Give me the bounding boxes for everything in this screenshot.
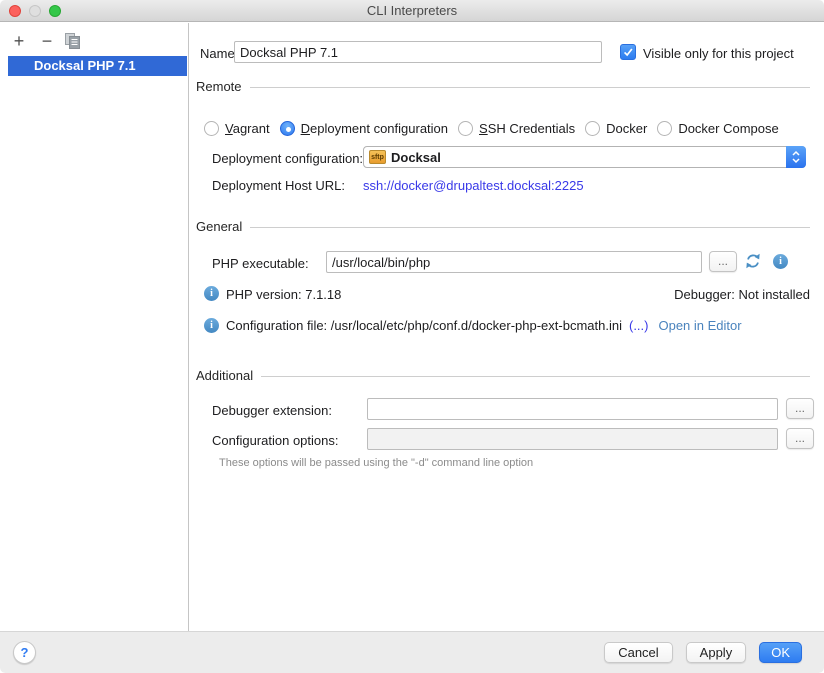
deployment-host-url-label: Deployment Host URL: (212, 178, 345, 193)
chevron-up-down-icon (791, 149, 801, 165)
section-additional: Additional (196, 368, 810, 383)
deployment-configuration-value: Docksal (391, 150, 441, 165)
debugger-status-text: Debugger: Not installed (674, 287, 810, 302)
remote-type-radios: Vagrant Deployment configuration SSH Cre… (204, 119, 824, 137)
deployment-configuration-label: Deployment configuration: (212, 151, 363, 166)
radio-deployment-configuration[interactable]: Deployment configuration (280, 121, 448, 136)
ok-button[interactable]: OK (759, 642, 802, 663)
options-hint-text: These options will be passed using the "… (219, 457, 533, 469)
radio-icon (458, 121, 473, 136)
configuration-options-label: Configuration options: (212, 433, 338, 448)
radio-docker-compose[interactable]: Docker Compose (657, 121, 778, 136)
list-item-interpreter[interactable]: Docksal PHP 7.1 (8, 56, 187, 76)
section-divider (250, 87, 810, 88)
help-button[interactable]: ? (13, 641, 36, 664)
info-icon: i (204, 318, 219, 333)
section-general: General (196, 219, 810, 234)
visible-project-checkbox[interactable] (620, 44, 636, 60)
radio-icon (585, 121, 600, 136)
zoom-button[interactable] (49, 5, 61, 17)
radio-docker[interactable]: Docker (585, 121, 647, 136)
section-remote: Remote (196, 79, 810, 94)
deployment-host-url-value: ssh://docker@drupaltest.docksal:2225 (363, 178, 584, 193)
combobox-stepper[interactable] (786, 146, 806, 168)
configuration-file-row: i Configuration file: /usr/local/etc/php… (204, 318, 824, 333)
configuration-options-input[interactable] (367, 428, 778, 450)
apply-button[interactable]: Apply (686, 642, 747, 663)
name-input[interactable] (234, 41, 602, 63)
reload-icon[interactable] (744, 252, 762, 273)
radio-icon (280, 121, 295, 136)
minimize-button (29, 5, 41, 17)
debugger-extension-label: Debugger extension: (212, 403, 332, 418)
configuration-options-browse-button[interactable]: ... (786, 428, 814, 449)
cancel-button[interactable]: Cancel (604, 642, 672, 663)
radio-ssh-credentials[interactable]: SSH Credentials (458, 121, 575, 136)
section-divider (261, 376, 810, 377)
radio-vagrant[interactable]: Vagrant (204, 121, 270, 136)
radio-icon (204, 121, 219, 136)
show-full-path-link[interactable]: (...) (629, 318, 649, 333)
window-title: CLI Interpreters (0, 0, 824, 22)
debugger-extension-input[interactable] (367, 398, 778, 420)
title-bar: CLI Interpreters (0, 0, 824, 22)
section-general-label: General (196, 219, 242, 234)
traffic-lights (9, 5, 61, 17)
info-icon: i (204, 286, 219, 301)
dialog-footer: ? Cancel Apply OK (0, 631, 824, 673)
remove-interpreter-button[interactable]: − (36, 30, 58, 52)
php-executable-input[interactable] (326, 251, 702, 273)
radio-icon (657, 121, 672, 136)
add-interpreter-button[interactable]: + (8, 30, 30, 52)
php-version-text: PHP version: 7.1.18 (226, 287, 341, 302)
info-icon[interactable]: i (773, 254, 788, 269)
close-button[interactable] (9, 5, 21, 17)
deployment-configuration-select[interactable]: sftp Docksal (363, 146, 806, 168)
section-remote-label: Remote (196, 79, 242, 94)
php-executable-browse-button[interactable]: ... (709, 251, 737, 272)
php-executable-label: PHP executable: (212, 256, 309, 271)
sftp-icon: sftp (369, 150, 386, 164)
debugger-extension-browse-button[interactable]: ... (786, 398, 814, 419)
visible-project-label: Visible only for this project (643, 46, 794, 61)
cli-interpreters-dialog: CLI Interpreters + − Docksal PHP 7.1 Nam… (0, 0, 824, 673)
section-divider (250, 227, 810, 228)
copy-interpreter-icon[interactable] (64, 33, 82, 49)
check-icon (622, 46, 634, 58)
section-additional-label: Additional (196, 368, 253, 383)
configuration-file-text: Configuration file: /usr/local/etc/php/c… (226, 318, 622, 333)
footer-buttons: Cancel Apply OK (604, 642, 802, 663)
name-label: Name: (200, 46, 238, 61)
open-in-editor-link[interactable]: Open in Editor (658, 318, 741, 333)
interpreters-sidebar: + − Docksal PHP 7.1 (0, 23, 189, 631)
